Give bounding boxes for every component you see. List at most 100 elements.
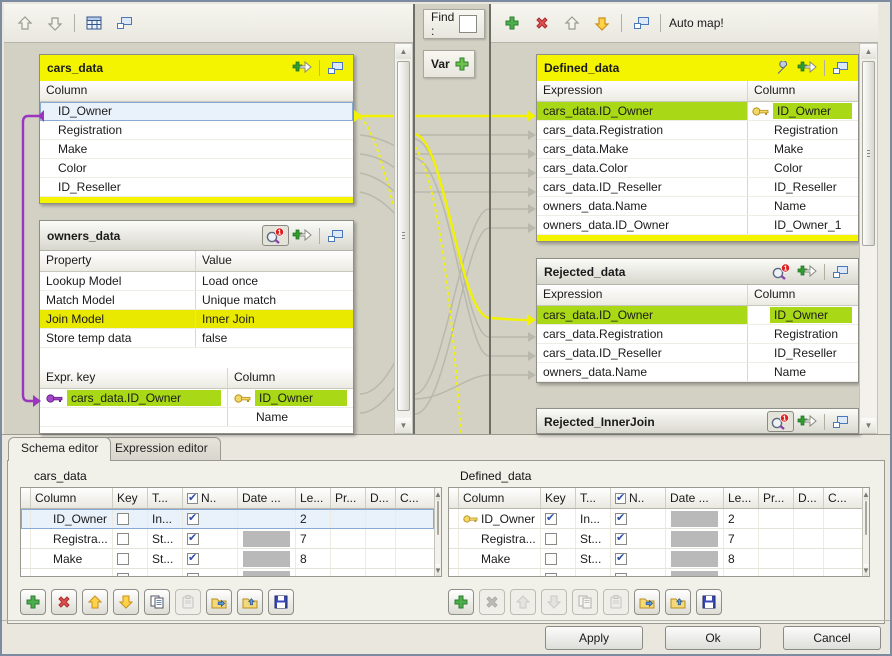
ok-button[interactable]: Ok — [665, 626, 761, 650]
rejected-row-registration[interactable]: cars_data.Registration Registration — [537, 325, 858, 344]
apply-button[interactable]: Apply — [545, 626, 643, 650]
owners-exprkey-header[interactable]: Expr. key — [40, 368, 227, 388]
move-down-button[interactable] — [113, 589, 139, 615]
add-var-icon[interactable] — [455, 57, 469, 71]
table-view-icon[interactable] — [83, 12, 105, 34]
owners-prop-join-model[interactable]: Join Model Inner Join — [40, 310, 353, 329]
zone-divider-right[interactable] — [489, 4, 491, 434]
add-row-button[interactable] — [20, 589, 46, 615]
schema-row[interactable]: Registra... St... 7 — [21, 529, 434, 549]
add-column-arrow-icon[interactable] — [794, 413, 819, 431]
save-button[interactable] — [696, 589, 722, 615]
date-pattern-cell[interactable] — [671, 511, 718, 527]
cars-row-make[interactable]: Make — [40, 140, 353, 159]
copy-button[interactable] — [144, 589, 170, 615]
rejected-row-id-reseller[interactable]: cars_data.ID_Reseller ID_Reseller — [537, 344, 858, 363]
detach-table-icon[interactable] — [325, 60, 346, 76]
nullable-checkbox[interactable] — [615, 513, 627, 525]
move-down-icon[interactable] — [591, 12, 613, 34]
copy-button[interactable] — [572, 589, 598, 615]
cars-row-registration[interactable]: Registration — [40, 121, 353, 140]
detach-window-icon[interactable] — [113, 12, 135, 34]
move-up-icon[interactable] — [561, 12, 583, 34]
export-schema-button[interactable] — [206, 589, 232, 615]
defined-row-color[interactable]: cars_data.Color Color — [537, 159, 858, 178]
cars-row-id-owner[interactable]: ID_Owner — [40, 102, 353, 121]
rejected-row-id-owner[interactable]: cars_data.ID_Owner ID_Owner — [537, 306, 858, 325]
key-checkbox[interactable] — [545, 513, 557, 525]
detach-table-icon[interactable] — [830, 264, 851, 280]
move-down-icon[interactable] — [44, 12, 66, 34]
defined-row-id-owner-1[interactable]: owners_data.ID_Owner ID_Owner_1 — [537, 216, 858, 235]
owners-prop-lookup-model[interactable]: Lookup Model Load once — [40, 272, 353, 291]
remove-output-icon[interactable] — [531, 12, 553, 34]
nullable-all-checkbox[interactable] — [187, 493, 198, 504]
delete-row-button[interactable] — [479, 589, 505, 615]
search-badge-icon[interactable]: 1 — [767, 411, 794, 432]
schema-row[interactable]: Make St... 8 — [449, 549, 862, 569]
cars-row-id-reseller[interactable]: ID_Reseller — [40, 178, 353, 197]
key-checkbox[interactable] — [545, 553, 557, 565]
add-column-arrow-icon[interactable] — [794, 263, 819, 281]
rejected-innerjoin-titlebar[interactable]: Rejected_InnerJoin 1 — [537, 409, 858, 434]
owners-value-header[interactable]: Value — [195, 251, 353, 271]
move-down-button[interactable] — [541, 589, 567, 615]
nullable-checkbox[interactable] — [187, 513, 199, 525]
schema-row[interactable]: ID_Owner In... 2 — [449, 509, 862, 529]
schema-row[interactable]: ID_Owner In... 2 — [21, 509, 434, 529]
import-schema-button[interactable] — [237, 589, 263, 615]
nullable-checkbox[interactable] — [187, 553, 199, 565]
tab-expression-editor[interactable]: Expression editor — [102, 437, 221, 460]
tab-schema-editor[interactable]: Schema editor — [8, 437, 111, 461]
key-checkbox[interactable] — [117, 533, 129, 545]
add-column-arrow-icon[interactable] — [289, 59, 314, 77]
delete-row-button[interactable] — [51, 589, 77, 615]
owners-property-header[interactable]: Property — [40, 251, 195, 271]
move-up-icon[interactable] — [14, 12, 36, 34]
paste-button[interactable] — [603, 589, 629, 615]
date-pattern-cell[interactable] — [243, 531, 290, 547]
schema-row[interactable]: Make St... 8 — [21, 549, 434, 569]
zone-divider-left[interactable] — [413, 4, 415, 434]
defined-row-id-owner[interactable]: cars_data.ID_Owner ID_Owner — [537, 102, 858, 121]
detach-table-icon[interactable] — [325, 228, 346, 244]
rejected-data-titlebar[interactable]: Rejected_data 1 — [537, 259, 858, 285]
search-badge-icon[interactable]: 1 — [262, 225, 289, 246]
input-scrollbar[interactable]: ▲ ▼ — [394, 43, 413, 434]
wrench-icon[interactable] — [774, 60, 794, 76]
save-button[interactable] — [268, 589, 294, 615]
nullable-checkbox[interactable] — [615, 553, 627, 565]
date-pattern-cell[interactable] — [671, 531, 718, 547]
nullable-checkbox[interactable] — [615, 533, 627, 545]
move-up-button[interactable] — [82, 589, 108, 615]
search-badge-icon[interactable]: 1 — [769, 262, 794, 281]
owners-exprkey-row[interactable]: cars_data.ID_Owner ID_Owner — [40, 389, 353, 408]
owners-data-titlebar[interactable]: owners_data 1 — [40, 221, 353, 251]
defined-row-registration[interactable]: cars_data.Registration Registration — [537, 121, 858, 140]
date-pattern-cell[interactable] — [671, 551, 718, 567]
detach-table-icon[interactable] — [830, 414, 851, 430]
defined-row-id-reseller[interactable]: cars_data.ID_Reseller ID_Reseller — [537, 178, 858, 197]
automap-button[interactable]: Auto map! — [669, 16, 724, 30]
cancel-button[interactable]: Cancel — [783, 626, 881, 650]
add-column-arrow-icon[interactable] — [289, 227, 314, 245]
key-checkbox[interactable] — [117, 513, 129, 525]
cars-row-color[interactable]: Color — [40, 159, 353, 178]
defined-expression-header[interactable]: Expression — [537, 81, 747, 101]
key-checkbox[interactable] — [117, 553, 129, 565]
defined-row-name[interactable]: owners_data.Name Name — [537, 197, 858, 216]
nullable-all-checkbox[interactable] — [615, 493, 626, 504]
add-column-arrow-icon[interactable] — [794, 59, 819, 77]
defined-row-make[interactable]: cars_data.Make Make — [537, 140, 858, 159]
add-output-icon[interactable] — [501, 12, 523, 34]
defined-column-header[interactable]: Column — [747, 81, 858, 101]
cars-data-titlebar[interactable]: cars_data — [40, 55, 353, 81]
schema-row[interactable]: Registra... St... 7 — [449, 529, 862, 549]
import-schema-button[interactable] — [665, 589, 691, 615]
nullable-checkbox[interactable] — [187, 533, 199, 545]
rejected-expression-header[interactable]: Expression — [537, 285, 747, 305]
schema-right-scrollbar[interactable]: ▲ ▼ — [862, 488, 869, 576]
move-up-button[interactable] — [510, 589, 536, 615]
output-scrollbar[interactable]: ▲ ▼ — [859, 43, 878, 434]
cars-column-header[interactable]: Column — [40, 81, 93, 101]
